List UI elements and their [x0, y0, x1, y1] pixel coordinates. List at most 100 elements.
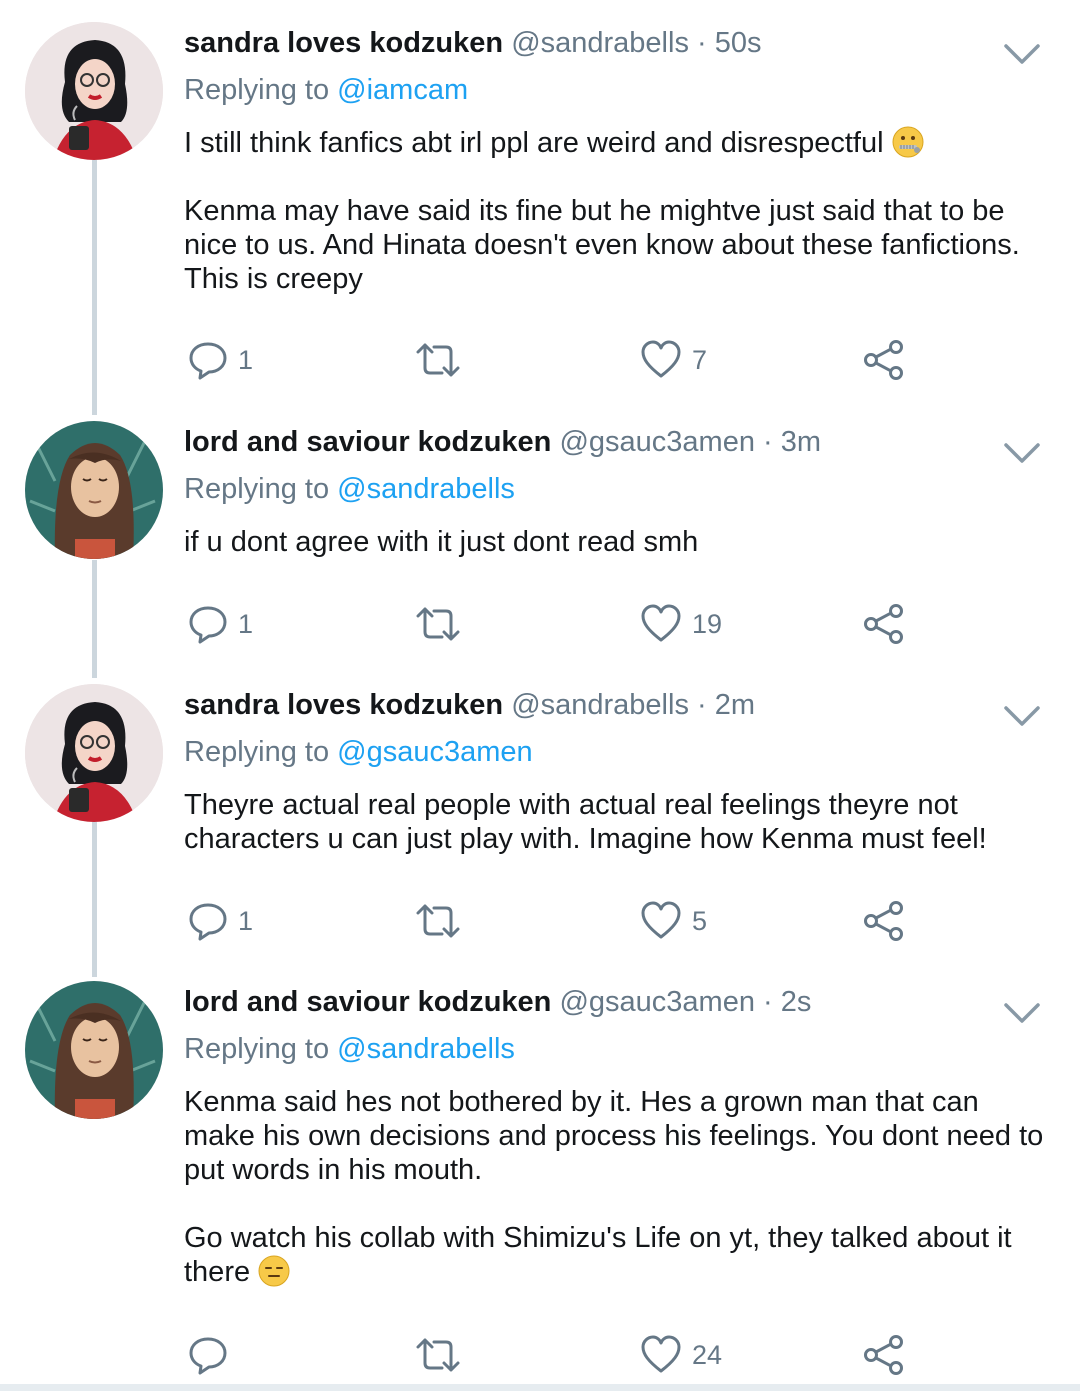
display-name[interactable]: lord and saviour kodzuken: [184, 986, 551, 1018]
timestamp[interactable]: 3m: [781, 426, 821, 458]
retweet-icon: [416, 343, 460, 377]
tweet-actions: 1 5: [184, 899, 924, 943]
heart-icon: [641, 604, 681, 642]
reply-count: 1: [238, 905, 254, 936]
replying-to-mention[interactable]: @gsauc3amen: [337, 736, 533, 768]
replying-to-mention[interactable]: @sandrabells: [337, 1033, 515, 1065]
user-handle[interactable]: @sandrabells: [511, 27, 689, 59]
tweet-header: lord and saviour kodzuken @gsauc3amen · …: [184, 979, 811, 1025]
replying-to-label: Replying to: [184, 736, 330, 768]
avatar-gsauc-image: [25, 981, 163, 1119]
like-count: 5: [692, 905, 708, 936]
share-icon: [864, 901, 903, 941]
retweet-button[interactable]: [414, 899, 472, 943]
reply-icon: [189, 903, 227, 941]
user-handle[interactable]: @gsauc3amen: [559, 986, 755, 1018]
tweet-header: sandra loves kodzuken @sandrabells · 2m: [184, 682, 755, 728]
like-count: 24: [692, 1339, 723, 1370]
tweet-actions: 24: [184, 1333, 924, 1377]
share-icon: [864, 1335, 903, 1375]
tweet-text: Theyre actual real people with actual re…: [184, 788, 1044, 856]
timestamp[interactable]: 2s: [781, 986, 812, 1018]
timestamp[interactable]: 2m: [715, 689, 755, 721]
reply-count: 1: [238, 608, 254, 639]
reply-button[interactable]: 1: [188, 602, 253, 646]
like-count: 7: [692, 344, 708, 375]
separator-dot: ·: [697, 27, 707, 59]
tweet[interactable]: lord and saviour kodzuken @gsauc3amen · …: [0, 419, 1080, 659]
tweet-paragraph: I still think fanfics abt irl ppl are we…: [184, 127, 884, 159]
heart-icon: [641, 340, 681, 378]
chevron-down-icon[interactable]: [1002, 40, 1042, 68]
share-button[interactable]: [862, 602, 906, 646]
share-button[interactable]: [862, 899, 906, 943]
tweet-actions: 1 7: [184, 338, 924, 382]
display-name[interactable]: sandra loves kodzuken: [184, 27, 503, 59]
retweet-button[interactable]: [414, 338, 472, 382]
like-button[interactable]: 19: [640, 602, 722, 646]
replying-to-mention[interactable]: @sandrabells: [337, 473, 515, 505]
replying-to-label: Replying to: [184, 473, 330, 505]
replying-to: Replying to @gsauc3amen: [184, 732, 533, 772]
tweet-actions: 1 19: [184, 602, 924, 646]
avatar-gsauc-image: [25, 421, 163, 559]
reply-button[interactable]: 1: [188, 899, 253, 943]
tweet-text: Kenma said hes not bothered by it. Hes a…: [184, 1085, 1044, 1289]
avatar[interactable]: [25, 981, 163, 1119]
like-button[interactable]: 5: [640, 899, 707, 943]
replying-to-label: Replying to: [184, 74, 330, 106]
replying-to: Replying to @sandrabells: [184, 469, 515, 509]
replying-to-mention[interactable]: @iamcam: [337, 74, 468, 106]
user-handle[interactable]: @gsauc3amen: [559, 426, 755, 458]
tweet-paragraph: Kenma said hes not bothered by it. Hes a…: [184, 1086, 1044, 1186]
reply-icon: [189, 342, 227, 380]
display-name[interactable]: lord and saviour kodzuken: [184, 426, 551, 458]
share-button[interactable]: [862, 338, 906, 382]
share-icon: [864, 340, 903, 380]
tweet-paragraph: Kenma may have said its fine but he migh…: [184, 195, 1020, 295]
reply-button[interactable]: 1: [188, 338, 253, 382]
separator-dot: ·: [763, 986, 773, 1018]
share-icon: [864, 604, 903, 644]
tweet[interactable]: sandra loves kodzuken @sandrabells · 2m …: [0, 682, 1080, 957]
like-button[interactable]: 7: [640, 338, 707, 382]
separator-dot: ·: [697, 689, 707, 721]
tweet-paragraph: Theyre actual real people with actual re…: [184, 789, 987, 855]
user-handle[interactable]: @sandrabells: [511, 689, 689, 721]
chevron-down-icon[interactable]: [1002, 702, 1042, 730]
replying-to-label: Replying to: [184, 1033, 330, 1065]
tweet-paragraph: if u dont agree with it just dont read s…: [184, 526, 699, 558]
reply-icon: [189, 1337, 227, 1375]
avatar[interactable]: [25, 22, 163, 160]
retweet-icon: [416, 904, 460, 938]
share-button[interactable]: [862, 1333, 906, 1377]
reply-count: 1: [238, 344, 254, 375]
tweet[interactable]: lord and saviour kodzuken @gsauc3amen · …: [0, 979, 1080, 1379]
avatar[interactable]: [25, 684, 163, 822]
retweet-button[interactable]: [414, 1333, 472, 1377]
timestamp[interactable]: 50s: [715, 27, 762, 59]
reply-button[interactable]: [188, 1333, 238, 1377]
chevron-down-icon[interactable]: [1002, 999, 1042, 1027]
heart-icon: [641, 1335, 681, 1373]
heart-icon: [641, 901, 681, 939]
avatar[interactable]: [25, 421, 163, 559]
tweet-text: I still think fanfics abt irl ppl are we…: [184, 126, 1044, 296]
tweet-header: sandra loves kodzuken @sandrabells · 50s: [184, 20, 762, 66]
replying-to: Replying to @iamcam: [184, 70, 468, 110]
like-count: 19: [692, 608, 723, 639]
chevron-down-icon[interactable]: [1002, 439, 1042, 467]
tweet-paragraph: Go watch his collab with Shimizu's Life …: [184, 1222, 1012, 1288]
like-button[interactable]: 24: [640, 1333, 722, 1377]
tweet-header: lord and saviour kodzuken @gsauc3amen · …: [184, 419, 821, 465]
separator-dot: ·: [763, 426, 773, 458]
avatar-sandra-image: [25, 684, 163, 822]
bottom-divider: [0, 1384, 1080, 1391]
display-name[interactable]: sandra loves kodzuken: [184, 689, 503, 721]
zipper-mouth-face-icon: [892, 126, 924, 158]
tweet[interactable]: sandra loves kodzuken @sandrabells · 50s…: [0, 20, 1080, 400]
avatar-sandra-image: [25, 22, 163, 160]
retweet-button[interactable]: [414, 602, 472, 646]
expressionless-face-icon: [258, 1255, 290, 1287]
reply-icon: [189, 606, 227, 644]
